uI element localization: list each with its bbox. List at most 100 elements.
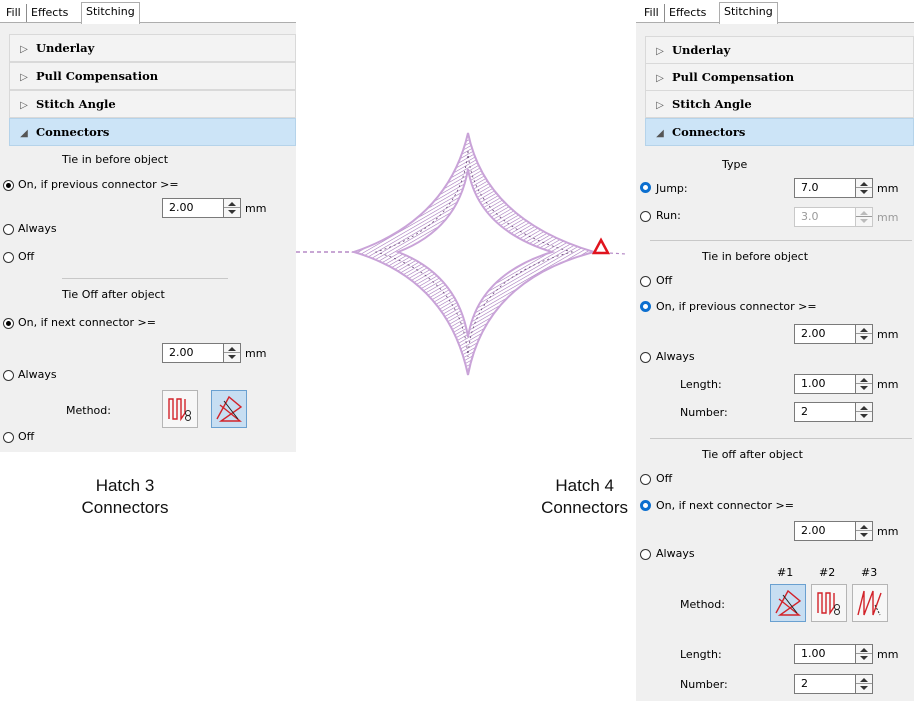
divider (650, 438, 912, 439)
radio-tie-in-on[interactable] (640, 301, 651, 312)
section-connectors[interactable]: ◢ Connectors (9, 118, 296, 146)
method-1-button[interactable] (211, 390, 247, 428)
section-pull-compensation[interactable]: ▷ Pull Compensation (645, 63, 914, 91)
section-label: Connectors (672, 125, 746, 139)
tie-off-number-stepper[interactable] (856, 674, 873, 694)
section-underlay[interactable]: ▷ Underlay (645, 36, 914, 64)
method-label: Method: (680, 598, 725, 611)
tie-method-1-icon (775, 589, 802, 616)
run-length-stepper[interactable] (856, 207, 873, 227)
method-3-button[interactable] (852, 584, 888, 622)
tie-off-always-label: Always (656, 547, 695, 560)
radio-tie-off-always[interactable] (640, 549, 651, 560)
section-underlay[interactable]: ▷ Underlay (9, 34, 296, 62)
tie-off-on-label: On, if next connector >= (18, 316, 156, 329)
tie-in-distance-input[interactable]: 2.00 (162, 198, 224, 218)
tie-in-number-label: Number: (680, 406, 728, 419)
tie-in-length-stepper[interactable] (856, 374, 873, 394)
tie-off-heading: Tie Off after object (62, 288, 165, 301)
radio-tie-in-off[interactable] (3, 252, 14, 263)
tie-off-distance-input[interactable]: 2.00 (794, 521, 856, 541)
run-label: Run: (656, 209, 681, 222)
tie-in-distance-stepper[interactable] (224, 198, 241, 218)
expand-icon: ▷ (20, 100, 28, 111)
tie-off-distance-stepper[interactable] (224, 343, 241, 363)
unit-label: mm (877, 182, 899, 195)
method-col-3: #3 (861, 566, 878, 579)
tie-in-heading: Tie in before object (62, 153, 169, 166)
method-col-1: #1 (777, 566, 794, 579)
tie-off-distance-stepper[interactable] (856, 521, 873, 541)
jump-length-stepper[interactable] (856, 178, 873, 198)
unit-label: mm (877, 328, 899, 341)
jump-length-input[interactable]: 7.0 (794, 178, 856, 198)
unit-label: mm (877, 525, 899, 538)
radio-tie-in-always[interactable] (640, 352, 651, 363)
start-marker-icon (591, 237, 611, 255)
caption-line: Hatch 3 (95, 476, 155, 495)
tie-in-number-stepper[interactable] (856, 402, 873, 422)
expand-icon: ▷ (656, 46, 664, 57)
tab-effects[interactable]: Effects (664, 4, 710, 22)
tie-off-number-input[interactable]: 2 (794, 674, 856, 694)
method-col-2: #2 (819, 566, 836, 579)
radio-tie-in-always[interactable] (3, 224, 14, 235)
radio-tie-in-off[interactable] (640, 276, 651, 287)
jump-label: Jump: (656, 182, 688, 195)
tie-in-distance-stepper[interactable] (856, 324, 873, 344)
section-connectors[interactable]: ◢ Connectors (645, 118, 914, 146)
tab-stitching[interactable]: Stitching (81, 2, 140, 24)
section-label: Connectors (36, 125, 110, 139)
radio-tie-in-on[interactable] (3, 180, 14, 191)
tie-off-distance-input[interactable]: 2.00 (162, 343, 224, 363)
section-stitch-angle[interactable]: ▷ Stitch Angle (645, 90, 914, 118)
section-pull-compensation[interactable]: ▷ Pull Compensation (9, 62, 296, 90)
radio-tie-off-always[interactable] (3, 370, 14, 381)
caption-line: Hatch 4 (555, 476, 614, 495)
tab-fill[interactable]: Fill (640, 4, 663, 22)
tab-effects[interactable]: Effects (26, 4, 72, 22)
expand-icon: ▷ (20, 44, 28, 55)
caption-hatch4: Hatch 4 Connectors (498, 475, 628, 519)
tie-in-on-label: On, if previous connector >= (18, 178, 179, 191)
tie-in-length-input[interactable]: 1.00 (794, 374, 856, 394)
tab-strip: Fill Effects Stitching (636, 0, 914, 24)
hatch4-connectors-panel: Fill Effects Stitching ▷ Underlay ▷ Pull C… (636, 0, 914, 701)
tie-in-always-label: Always (656, 350, 695, 363)
tie-in-off-label: Off (18, 250, 35, 263)
tie-in-heading: Tie in before object (702, 250, 809, 263)
tab-stitching[interactable]: Stitching (719, 2, 778, 24)
tie-off-number-label: Number: (680, 678, 728, 691)
radio-run[interactable] (640, 211, 651, 222)
tab-fill[interactable]: Fill (2, 4, 25, 22)
method-label: Method: (66, 404, 111, 417)
radio-tie-off-on[interactable] (640, 500, 651, 511)
method-2-button[interactable] (162, 390, 198, 428)
radio-tie-off-off[interactable] (640, 474, 651, 485)
radio-jump[interactable] (640, 182, 651, 193)
unit-label: mm (245, 202, 267, 215)
unit-label: mm (877, 211, 899, 224)
caption-hatch3: Hatch 3 Connectors (45, 475, 205, 519)
tie-method-3-icon (857, 590, 882, 616)
tie-off-length-input[interactable]: 1.00 (794, 644, 856, 664)
tie-off-length-stepper[interactable] (856, 644, 873, 664)
section-stitch-angle[interactable]: ▷ Stitch Angle (9, 90, 296, 118)
tie-method-2-icon (168, 398, 191, 422)
tie-off-heading: Tie off after object (702, 448, 803, 461)
expand-icon: ▷ (656, 100, 664, 111)
radio-tie-off-on[interactable] (3, 318, 14, 329)
run-length-input[interactable]: 3.0 (794, 207, 856, 227)
method-1-button[interactable] (770, 584, 806, 622)
tie-off-length-label: Length: (680, 648, 722, 661)
tie-off-off-label: Off (18, 430, 35, 443)
tie-in-number-input[interactable]: 2 (794, 402, 856, 422)
caption-line: Connectors (81, 498, 169, 517)
tie-in-distance-input[interactable]: 2.00 (794, 324, 856, 344)
tie-in-always-label: Always (18, 222, 57, 235)
section-label: Underlay (672, 43, 731, 57)
caption-line: Connectors (541, 498, 628, 517)
radio-tie-off-off[interactable] (3, 432, 14, 443)
section-label: Stitch Angle (672, 97, 752, 111)
method-2-button[interactable] (811, 584, 847, 622)
